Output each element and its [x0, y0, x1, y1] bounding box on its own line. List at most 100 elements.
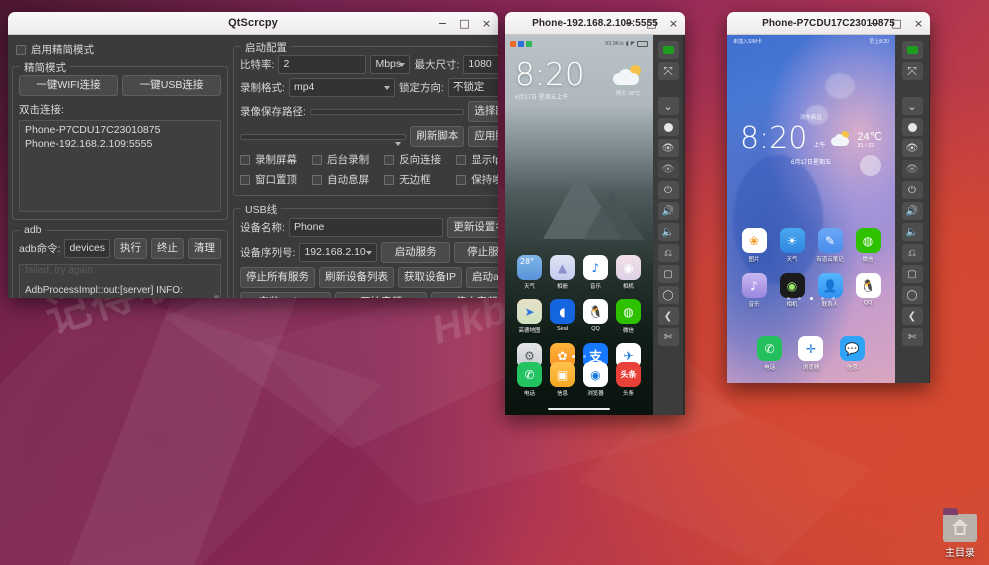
app-weather-icon[interactable]: ☀ 天气 [773, 228, 811, 263]
app-switch-icon[interactable]: ▢ [901, 265, 923, 283]
maximize-button[interactable]: □ [458, 17, 471, 30]
window-top-row[interactable]: 窗口置顶 [240, 171, 306, 188]
refresh-script-button[interactable]: 刷新脚本 [410, 126, 465, 147]
start-audio-button[interactable]: 开始音频 [335, 292, 427, 298]
phone1-home-indicator[interactable] [548, 407, 610, 410]
bitrate-input[interactable]: 2 [278, 55, 367, 74]
phone2-unlock-circle[interactable] [860, 155, 881, 176]
max-size-select[interactable]: 1080 [463, 55, 498, 74]
app-photos-icon[interactable]: ❀ 图片 [735, 228, 773, 263]
record-screen-row[interactable]: 录制屏幕 [240, 151, 306, 168]
page-dot[interactable] [820, 297, 824, 300]
phone1-screen[interactable]: 93.9K/s ▮ ◤ 8:20 6月17日 星期五上午 晴天 28℃ 28° … [505, 35, 653, 415]
dock-app-message-icon[interactable]: ▣ 信息 [546, 362, 579, 397]
choose-path-button[interactable]: 选择路径 [468, 101, 498, 122]
adb-clear-button[interactable]: 清理 [188, 238, 222, 259]
lock-direction-select[interactable]: 不锁定 [447, 78, 498, 97]
minimize-button[interactable]: − [623, 17, 636, 30]
stop-all-services-button[interactable]: 停止所有服务 [240, 267, 316, 288]
auto-screen-off-row[interactable]: 自动息屏 [312, 171, 378, 188]
adb-log-scrollbar[interactable] [214, 295, 220, 298]
app-gallery-icon[interactable]: ▲ 相册 [546, 255, 579, 290]
screen-off-icon[interactable]: 👁 [657, 160, 679, 178]
phone2-screen[interactable]: 未插入SIM卡 早上8:20 河东新区 8:20 上午 24℃ 31 / 22 … [727, 35, 895, 383]
start-service-button[interactable]: 启动服务 [381, 242, 450, 263]
close-button[interactable]: × [667, 17, 680, 30]
page-dot[interactable] [786, 297, 790, 300]
app-music-icon[interactable]: ♪ 音乐 [579, 255, 612, 290]
window-top-checkbox[interactable] [240, 174, 251, 185]
volume-down-icon[interactable]: 🔈 [657, 223, 679, 241]
enable-simple-mode-row[interactable]: 启用精简模式 [12, 40, 228, 60]
install-sndcpy-button[interactable]: 安装sndcpv [240, 292, 332, 298]
refresh-device-list-button[interactable]: 刷新设备列表 [319, 267, 395, 288]
show-fps-checkbox[interactable] [456, 154, 467, 165]
screen-on-indicator[interactable] [901, 41, 923, 59]
stay-awake-row[interactable]: 保持唤醒 [456, 171, 498, 188]
app-camera-icon[interactable]: ◉ 相机 [612, 255, 645, 290]
background-record-checkbox[interactable] [312, 154, 323, 165]
device-list-item[interactable]: Phone-P7CDU17C23010875 [20, 123, 220, 137]
app-wechat-icon[interactable]: ◍ 微信 [849, 228, 887, 263]
power-icon[interactable]: ⏻ [657, 181, 679, 199]
dock-app-message-icon[interactable]: 💬 信息 [832, 336, 873, 371]
volume-up-icon[interactable]: 🔊 [901, 202, 923, 220]
frameless-checkbox[interactable] [384, 174, 395, 185]
device-serial-select[interactable]: 192.168.2.10 [299, 243, 378, 262]
start-adbd-button[interactable]: 启动adbd [465, 267, 498, 288]
dock-app-phone-icon[interactable]: ✆ 电话 [513, 362, 546, 397]
reverse-connect-checkbox[interactable] [384, 154, 395, 165]
apply-script-button[interactable]: 应用脚本 [468, 126, 498, 147]
close-button[interactable]: × [912, 17, 925, 30]
adb-exec-button[interactable]: 执行 [114, 238, 148, 259]
minimize-button[interactable]: − [436, 17, 449, 30]
one-key-usb-connect-button[interactable]: 一键USB连接 [122, 75, 222, 96]
record-format-select[interactable]: mp4 [288, 78, 395, 97]
rotate-icon[interactable]: ⎌ [657, 244, 679, 262]
power-icon[interactable]: ⏻ [901, 181, 923, 199]
app-amap-icon[interactable]: ➤ 高德地图 [513, 299, 546, 334]
page-dot[interactable] [798, 297, 802, 300]
show-fps-row[interactable]: 显示fps [456, 151, 498, 168]
save-path-input[interactable] [309, 108, 465, 115]
bitrate-unit-select[interactable]: Mbps [370, 55, 411, 74]
fullscreen-icon[interactable]: ⤧ [657, 62, 679, 80]
back-icon[interactable]: ❮ [901, 307, 923, 325]
home-icon[interactable]: ◯ [657, 286, 679, 304]
volume-up-icon[interactable]: 🔊 [657, 202, 679, 220]
app-seal-icon[interactable]: ◖ Seal [546, 299, 579, 334]
adb-command-input[interactable]: devices [64, 239, 111, 258]
home-folder-icon[interactable]: 主目录 [937, 508, 983, 559]
phone1-titlebar[interactable]: Phone-192.168.2.109:5555 − □ × [505, 12, 685, 35]
screen-off-icon[interactable]: 👁 [901, 160, 923, 178]
phone2-titlebar[interactable]: Phone-P7CDU17C23010875 − □ × [727, 12, 930, 35]
screen-on-indicator[interactable] [657, 41, 679, 59]
auto-screen-off-checkbox[interactable] [312, 174, 323, 185]
app-youdao-icon[interactable]: ✎ 有道云笔记 [811, 228, 849, 263]
frameless-row[interactable]: 无边框 [384, 171, 450, 188]
adb-stop-button[interactable]: 终止 [151, 238, 185, 259]
dock-app-chrome-icon[interactable]: ◉ 浏览器 [579, 362, 612, 397]
background-record-row[interactable]: 后台录制 [312, 151, 378, 168]
maximize-button[interactable]: □ [645, 17, 658, 30]
qtscrcpy-titlebar[interactable]: QtScrcpy − □ × [8, 12, 498, 35]
dock-app-phone-icon[interactable]: ✆ 电话 [749, 336, 790, 371]
volume-down-icon[interactable]: 🔈 [901, 223, 923, 241]
dock-app-toutiao-icon[interactable]: 头条 头条 [612, 362, 645, 397]
device-list[interactable]: Phone-P7CDU17C23010875 Phone-192.168.2.1… [19, 120, 222, 212]
app-weather-icon[interactable]: 28° 天气 [513, 255, 546, 290]
maximize-button[interactable]: □ [890, 17, 903, 30]
screenshot-icon[interactable] [657, 118, 679, 136]
app-qq-icon[interactable]: 🐧 QQ [579, 299, 612, 334]
phone1-weather-widget[interactable]: 晴天 28℃ [613, 65, 643, 97]
adb-log-output[interactable]: failed, try again AdbProcessImpl::out:[s… [19, 264, 222, 298]
get-device-ip-button[interactable]: 获取设备IP [398, 267, 462, 288]
page-dot[interactable] [832, 297, 836, 300]
scissors-icon[interactable]: ✄ [657, 328, 679, 346]
enable-simple-mode-checkbox[interactable] [16, 44, 26, 55]
stay-awake-checkbox[interactable] [456, 174, 467, 185]
reverse-connect-row[interactable]: 反向连接 [384, 151, 450, 168]
screen-on-icon[interactable]: 👁 [657, 139, 679, 157]
update-device-name-button[interactable]: 更新设置名称 [447, 217, 498, 238]
home-icon[interactable]: ◯ [901, 286, 923, 304]
